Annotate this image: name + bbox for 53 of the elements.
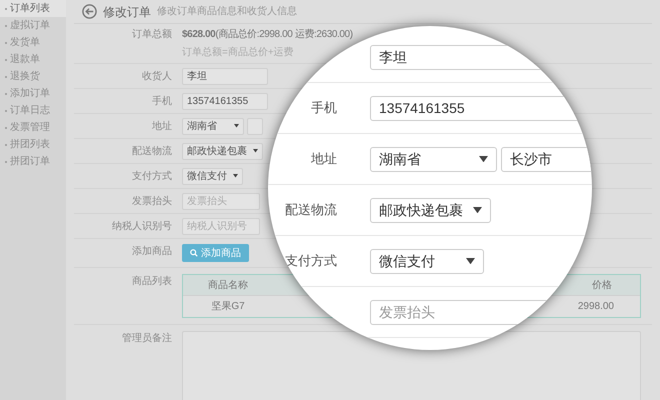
remark-textarea[interactable]: [182, 331, 641, 400]
province-select[interactable]: 湖南省: [182, 118, 244, 134]
caret-icon: [473, 206, 482, 214]
dropdown-select[interactable]: 邮政快递包裹: [182, 142, 263, 160]
field-label: 管理员备注: [121, 332, 172, 346]
field-label: 支付方式: [285, 252, 337, 270]
sidebar-item[interactable]: 发票管理: [0, 119, 66, 136]
sidebar-item[interactable]: 添加订单: [0, 85, 66, 102]
field-label: 配送物流: [131, 144, 172, 158]
sidebar-item[interactable]: 拼团列表: [0, 136, 66, 153]
page-title: 修改订单: [103, 4, 151, 20]
field-label: 发票抬头: [131, 194, 172, 208]
sidebar-item[interactable]: 虚拟订单: [0, 17, 66, 34]
field-label: 地址: [151, 120, 172, 134]
dropdown-select[interactable]: 微信支付: [370, 248, 484, 274]
city-select[interactable]: 长沙市: [501, 146, 592, 172]
field-label: 地址: [311, 150, 337, 168]
dropdown-select[interactable]: 微信支付: [182, 168, 243, 184]
add-product-button[interactable]: 添加商品: [182, 244, 249, 262]
field-label: 支付方式: [131, 170, 172, 184]
column-header: 价格: [592, 278, 612, 292]
order-total: $628.00(商品总价:2998.00 运费:2630.00): [182, 28, 353, 42]
sidebar-item[interactable]: 订单列表: [0, 0, 66, 17]
sidebar-item[interactable]: 退换货: [0, 68, 66, 85]
table-cell-text: 2998.00: [578, 300, 614, 314]
sidebar-item[interactable]: 退款单: [0, 51, 66, 68]
field-label: 配送物流: [285, 201, 337, 220]
input-field[interactable]: 李坦: [182, 68, 268, 84]
field-label: 收货人: [141, 70, 172, 84]
field-label: 订单总额: [131, 28, 172, 42]
sidebar-item[interactable]: 拼团订单: [0, 153, 66, 170]
field-label: 商品列表: [131, 274, 172, 289]
province-select[interactable]: 湖南省: [370, 146, 497, 172]
sidebar-item[interactable]: 发货单: [0, 34, 66, 51]
caret-icon: [466, 258, 475, 264]
search-icon: [190, 249, 198, 257]
field-label: 添加商品: [131, 244, 172, 259]
caret-icon: [233, 174, 238, 178]
caret-icon: [253, 149, 258, 153]
caret-icon: [234, 124, 239, 128]
dropdown-select[interactable]: 邮政快递包裹: [370, 198, 491, 222]
table-cell-text: 坚果G7: [211, 300, 245, 314]
input-field[interactable]: 纳税人识别号: [182, 218, 260, 234]
input-field[interactable]: 发票抬头: [182, 192, 260, 210]
back-icon[interactable]: [82, 4, 97, 19]
field-label: 纳税人识别号: [111, 220, 172, 234]
input-field[interactable]: 13574161355: [182, 92, 268, 110]
field-label: 手机: [151, 94, 172, 108]
page-subtitle: 修改订单商品信息和收货人信息: [157, 4, 297, 19]
sidebar-item[interactable]: 订单日志: [0, 102, 66, 119]
field-label: 手机: [311, 99, 337, 118]
caret-icon: [479, 156, 488, 162]
column-header: 商品名称: [208, 278, 248, 292]
